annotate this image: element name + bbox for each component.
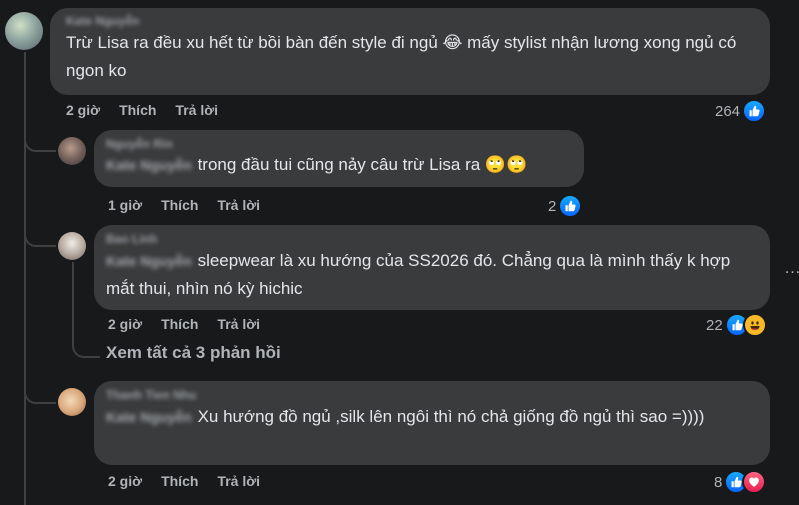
haha-reaction-icon [742,313,767,337]
comment-actions: 1 giờ Thích Trả lời [108,197,260,213]
comment-text: Xu hướng đồ ngủ ,silk lên ngôi thì nó ch… [197,407,705,426]
reaction-count-value: 2 [548,197,557,215]
like-reaction-icon [558,194,583,218]
reply-bubble: Nguyễn Rin Kate Nguyễn trong đầu tui cũng… [94,130,584,187]
comment-author[interactable]: Bao Linh [106,231,758,247]
avatar[interactable] [58,137,86,165]
more-options-icon[interactable]: … [784,258,799,278]
thread-branch-2 [24,223,56,247]
like-button[interactable]: Thích [161,473,198,489]
comment-text: Trừ Lisa ra đều xu hết từ bồi bàn đến st… [66,33,737,80]
timestamp[interactable]: 2 giờ [66,102,100,118]
love-reaction-icon [742,470,767,494]
comment-text: sleepwear là xu hướng của SS2026 đó. Chẳ… [106,251,731,298]
avatar[interactable] [5,12,43,50]
like-button[interactable]: Thích [119,102,156,118]
mention-tag[interactable]: Kate Nguyễn [106,409,192,425]
timestamp[interactable]: 2 giờ [108,473,142,489]
reply-button[interactable]: Trả lời [217,473,260,489]
comment-author[interactable]: Nguyễn Rin [106,136,572,152]
reaction-count[interactable]: 22 [706,313,767,337]
reaction-count-value: 22 [706,316,723,334]
comment-bubble: Kate Nguyễn Trừ Lisa ra đều xu hết từ bồ… [50,8,770,95]
reaction-count-value: 8 [714,473,723,491]
mention-tag[interactable]: Kate Nguyễn [106,157,192,173]
timestamp[interactable]: 2 giờ [108,316,142,332]
avatar[interactable] [58,388,86,416]
reaction-count[interactable]: 8 [714,470,767,494]
mention-tag[interactable]: Kate Nguyễn [106,253,192,269]
reaction-count-value: 264 [715,102,741,120]
reply-button[interactable]: Trả lời [175,102,218,118]
comment-author[interactable]: Kate Nguyễn [66,13,756,29]
avatar[interactable] [58,232,86,260]
view-all-replies-link[interactable]: Xem tất cả 3 phản hồi [106,343,281,363]
comment-actions: 2 giờ Thích Trả lời [108,316,260,332]
comment-actions: 2 giờ Thích Trả lời [66,102,218,118]
thread-branch-1 [24,128,56,152]
reply-bubble: Thanh Tien Nhu Kate Nguyễn Xu hướng đồ ng… [94,381,770,465]
reply-button[interactable]: Trả lời [217,316,260,332]
reaction-count[interactable]: 264 [715,99,767,123]
comment-author[interactable]: Thanh Tien Nhu [106,387,758,403]
comment-actions: 2 giờ Thích Trả lời [108,473,260,489]
like-button[interactable]: Thích [161,197,198,213]
like-reaction-icon [742,99,767,123]
reply-button[interactable]: Trả lời [217,197,260,213]
comment-text: trong đầu tui cũng nảy câu trừ Lisa ra 🙄… [197,155,528,174]
thread-branch-3 [24,380,56,404]
like-button[interactable]: Thích [161,316,198,332]
timestamp[interactable]: 1 giờ [108,197,142,213]
reply-bubble: Bao Linh Kate Nguyễn sleepwear là xu hướn… [94,225,770,310]
reaction-count[interactable]: 2 [548,194,583,218]
thread-line-main [24,52,26,505]
